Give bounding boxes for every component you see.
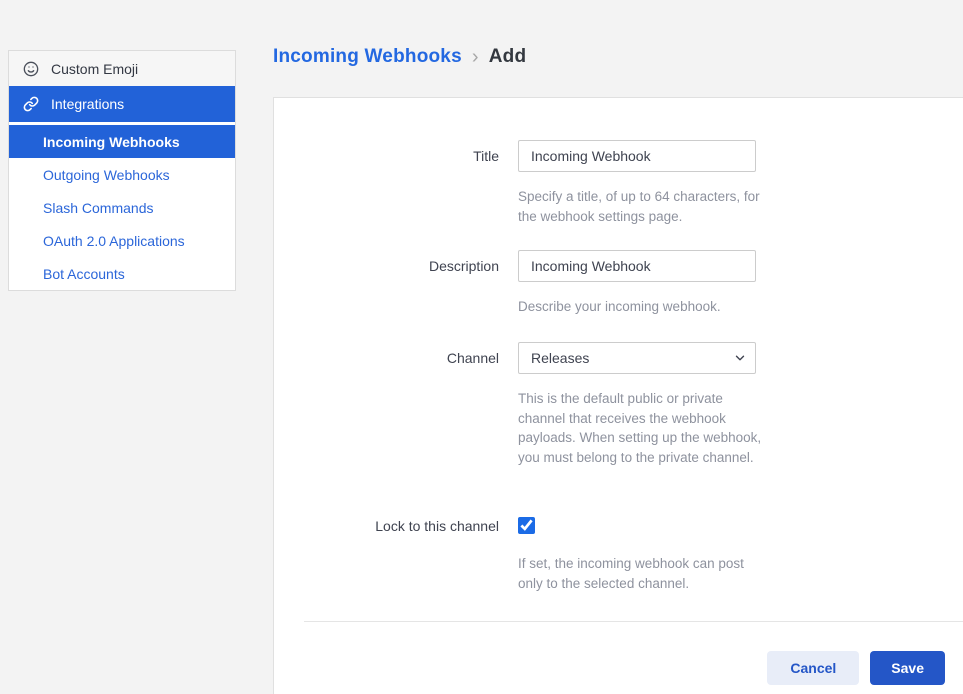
channel-label: Channel	[274, 342, 499, 374]
sidebar-item-label: Custom Emoji	[51, 61, 138, 77]
sidebar-item-outgoing-webhooks[interactable]: Outgoing Webhooks	[9, 158, 235, 191]
integrations-settings-page: Custom Emoji Integrations Incoming Webho…	[0, 0, 963, 694]
link-icon	[23, 96, 39, 112]
lock-channel-checkbox[interactable]	[518, 517, 535, 534]
smiley-icon	[23, 61, 39, 77]
save-button[interactable]: Save	[870, 651, 945, 685]
chevron-right-icon: ›	[472, 47, 479, 67]
page-title: Add	[489, 46, 527, 68]
description-help-text: Describe your incoming webhook.	[518, 297, 765, 317]
add-incoming-webhook-panel: Title Specify a title, of up to 64 chara…	[273, 97, 963, 694]
sidebar-item-oauth-applications[interactable]: OAuth 2.0 Applications	[9, 224, 235, 257]
breadcrumb-incoming-webhooks-link[interactable]: Incoming Webhooks	[273, 46, 462, 68]
sidebar-item-label: Outgoing Webhooks	[43, 167, 170, 183]
channel-help-text: This is the default public or private ch…	[518, 389, 765, 467]
description-label: Description	[274, 250, 499, 282]
sidebar-item-label: Integrations	[51, 96, 124, 112]
sidebar-item-label: OAuth 2.0 Applications	[43, 233, 185, 249]
sidebar: Custom Emoji Integrations Incoming Webho…	[8, 50, 236, 291]
sidebar-item-slash-commands[interactable]: Slash Commands	[9, 191, 235, 224]
sidebar-item-label: Slash Commands	[43, 200, 154, 216]
sidebar-item-label: Incoming Webhooks	[43, 134, 180, 150]
lock-channel-label: Lock to this channel	[274, 517, 499, 535]
sidebar-item-custom-emoji[interactable]: Custom Emoji	[9, 51, 235, 86]
sidebar-item-integrations[interactable]: Integrations	[9, 86, 235, 122]
cancel-button[interactable]: Cancel	[767, 651, 859, 685]
lock-channel-help-text: If set, the incoming webhook can post on…	[518, 554, 765, 593]
channel-form-row: Channel Releases This is the default pub…	[274, 342, 765, 467]
sidebar-item-label: Bot Accounts	[43, 266, 125, 282]
channel-select[interactable]: Releases	[518, 342, 756, 374]
footer-divider	[304, 621, 963, 622]
title-label: Title	[274, 140, 499, 172]
title-form-row: Title Specify a title, of up to 64 chara…	[274, 140, 765, 226]
sidebar-item-bot-accounts[interactable]: Bot Accounts	[9, 257, 235, 290]
lock-channel-form-row: Lock to this channel If set, the incomin…	[274, 517, 765, 593]
description-input[interactable]	[518, 250, 756, 282]
sidebar-item-incoming-webhooks[interactable]: Incoming Webhooks	[9, 125, 235, 158]
title-input[interactable]	[518, 140, 756, 172]
description-form-row: Description Describe your incoming webho…	[274, 250, 765, 317]
breadcrumb: Incoming Webhooks › Add	[273, 46, 526, 68]
title-help-text: Specify a title, of up to 64 characters,…	[518, 187, 765, 226]
footer-buttons: Cancel Save	[767, 651, 945, 685]
